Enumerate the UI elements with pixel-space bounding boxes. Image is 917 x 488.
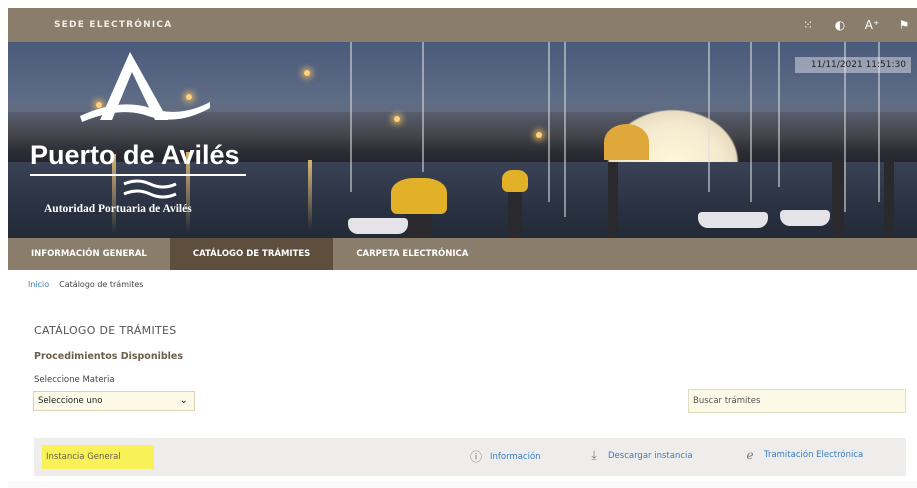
accessibility-tools: ⁙ ◐ A⁺ ⚑ [801,18,911,32]
chevron-down-icon: ⌄ [179,395,188,406]
sitemap-icon[interactable]: ⁙ [801,18,815,32]
port-logo[interactable]: Puerto de Avilés Autoridad Portuaria de … [30,50,270,230]
search-procedures-input[interactable]: Buscar trámites [688,389,906,413]
electronic-processing-link[interactable]: ℯ Tramitación Electrónica [742,448,863,462]
procedure-name[interactable]: Instancia General [42,445,154,469]
page-title: CATÁLOGO DE TRÁMITES [34,324,177,337]
top-bar: SEDE ELECTRÓNICA ⁙ ◐ A⁺ ⚑ [8,8,917,42]
browser-e-icon: ℯ [746,448,754,462]
header-banner: 11/11/2021 11:51:30 Puerto de Avilés Aut… [8,42,917,238]
procedure-row: Instancia General ⓘ Información ⤓ Descar… [34,438,906,476]
download-instance-link[interactable]: ⤓ Descargar instancia [586,448,693,463]
logo-subtitle: Autoridad Portuaria de Avilés [44,203,192,215]
subject-select[interactable]: Seleccione uno ⌄ [33,391,195,411]
breadcrumb-home-link[interactable]: Inicio [28,280,49,289]
electronic-link-label: Tramitación Electrónica [764,450,864,460]
contrast-icon[interactable]: ◐ [833,18,847,32]
main-nav: INFORMACIÓN GENERAL CATÁLOGO DE TRÁMITES… [8,238,917,270]
breadcrumb: Inicio Catálogo de trámites [28,280,143,289]
site-title: SEDE ELECTRÓNICA [54,20,173,30]
subject-select-label: Seleccione Materia [34,375,115,385]
nav-informacion-general[interactable]: INFORMACIÓN GENERAL [8,238,170,270]
waves-icon [123,179,177,199]
info-link[interactable]: ⓘ Información [468,448,541,465]
nav-carpeta-electronica[interactable]: CARPETA ELECTRÓNICA [333,238,491,270]
server-datetime: 11/11/2021 11:51:30 [795,57,911,73]
logo-title: Puerto de Avilés [30,140,240,170]
info-icon: ⓘ [469,450,482,464]
breadcrumb-current: Catálogo de trámites [59,280,144,289]
font-size-icon[interactable]: A⁺ [865,18,880,32]
flag-icon[interactable]: ⚑ [897,18,911,32]
download-link-label: Descargar instancia [608,450,693,461]
subject-select-value: Seleccione uno [38,396,103,406]
info-link-label: Información [490,451,541,462]
download-icon: ⤓ [591,448,597,462]
section-subtitle: Procedimientos Disponibles [34,351,183,362]
port-logo-mark-icon [80,52,210,122]
nav-catalogo-tramites[interactable]: CATÁLOGO DE TRÁMITES [169,238,334,270]
